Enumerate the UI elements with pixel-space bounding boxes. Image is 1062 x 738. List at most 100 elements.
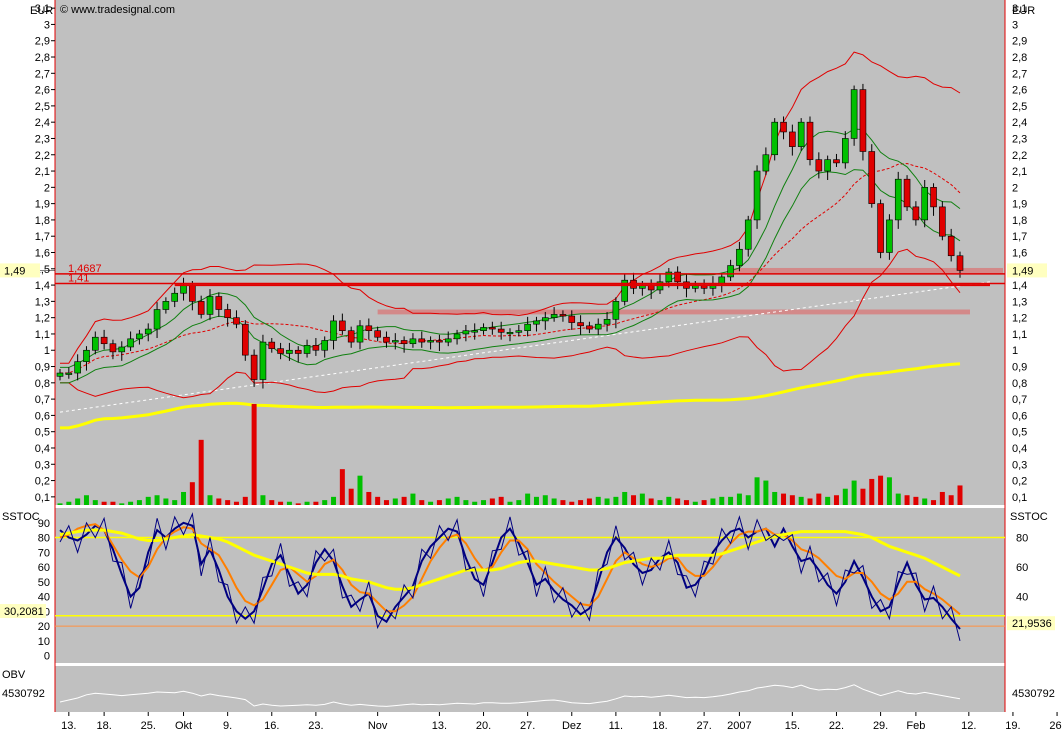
candle-body: [144, 328, 152, 335]
date-tick-label: 25.: [141, 720, 156, 732]
volume-bar: [419, 500, 425, 505]
volume-bar: [692, 501, 698, 505]
date-tick-label: 19.: [1005, 720, 1020, 732]
price-tick-left: 0,4: [35, 443, 50, 455]
candle-body: [277, 348, 284, 354]
currency-label-left: EUR: [30, 5, 53, 17]
candle-body: [347, 330, 355, 343]
candle-body: [824, 159, 831, 172]
price-tick-left: 0,9: [35, 362, 50, 374]
volume-bar: [781, 493, 787, 505]
volume-bar: [560, 500, 566, 505]
volume-bar: [860, 488, 866, 505]
stoch-tick-left: 20: [38, 621, 50, 633]
volume-bar: [225, 500, 231, 505]
chart-canvas[interactable]: 0,1 0,1 0,2 0,2 0,3 0,3 0,4 0,4 0,5 0,5 0,6 0,6 0,7 0…: [0, 0, 1062, 733]
date-tick-label: 2007: [727, 720, 751, 732]
volume-bar: [357, 475, 363, 505]
price-tick-left: 2,1: [35, 166, 50, 178]
candle-body: [206, 296, 214, 315]
volume-bar: [763, 480, 769, 505]
volume-bar: [657, 500, 663, 505]
price-tick-right: 0,9: [1012, 362, 1027, 374]
price-tick-left: 0,3: [35, 459, 50, 471]
price-tick-left: 1,2: [35, 313, 50, 325]
candle-body: [833, 159, 840, 164]
volume-bar: [710, 498, 716, 505]
volume-bar: [348, 488, 354, 505]
stochastic-panel[interactable]: [55, 508, 1005, 663]
candle-body: [718, 276, 726, 284]
volume-bar: [507, 501, 513, 505]
candle-body: [850, 89, 858, 139]
candle-body: [56, 372, 64, 377]
price-tick-right: 0,6: [1012, 410, 1027, 422]
candle-body: [100, 336, 108, 345]
price-tick-right: 2,4: [1012, 117, 1027, 129]
candle-body: [418, 338, 426, 343]
date-tick-label: 11.: [609, 720, 623, 732]
candle-body: [506, 332, 514, 335]
candle-body: [233, 317, 240, 325]
candle-body: [577, 322, 584, 327]
volume-bar: [922, 498, 928, 505]
tradesignal-chart-window: 0,1 0,1 0,2 0,2 0,3 0,3 0,4 0,4 0,5 0,5 0,6 0,6 0,7 0…: [0, 0, 1062, 733]
candle-body: [762, 154, 770, 172]
volume-bar: [322, 500, 328, 505]
volume-bar: [454, 496, 460, 505]
candle-body: [841, 138, 849, 164]
price-tick-left: 2,8: [35, 52, 50, 64]
candle-body: [533, 320, 540, 325]
candle-body: [780, 121, 787, 133]
price-tick-left: 2,2: [35, 150, 50, 162]
stoch-tick-left: 40: [38, 592, 50, 604]
date-tick-label: 22.: [829, 720, 844, 732]
candle-body: [753, 170, 761, 221]
volume-bar: [683, 500, 689, 505]
volume-bar: [869, 478, 875, 505]
volume-bar: [913, 496, 919, 505]
candle-body: [947, 235, 955, 257]
candle-body: [559, 314, 567, 317]
volume-bar: [436, 500, 442, 505]
volume-bar: [472, 501, 478, 505]
price-tick-right: 1,9: [1012, 199, 1027, 211]
volume-bar: [807, 498, 813, 505]
price-tick-left: 0,7: [35, 394, 50, 406]
price-tick-right: 1,2: [1012, 313, 1027, 325]
candle-body: [259, 341, 267, 380]
date-tick-label: 23.: [308, 720, 323, 732]
price-panel[interactable]: [55, 0, 1005, 505]
price-tick-right: 3: [1012, 19, 1018, 31]
volume-bar: [163, 498, 169, 505]
date-tick-label: 26.: [1049, 720, 1062, 732]
candle-body: [736, 248, 743, 266]
volume-bar: [842, 488, 848, 505]
last-price-label-left: 1,49: [4, 265, 25, 277]
price-tick-left: 2,6: [35, 85, 50, 97]
candle-body: [374, 330, 381, 338]
volume-bar: [736, 493, 742, 505]
date-tick-label: 18.: [652, 720, 667, 732]
candle-body: [806, 121, 814, 160]
candle-body: [268, 341, 276, 349]
volume-bar: [904, 495, 910, 505]
volume-bar: [383, 500, 389, 505]
candle-body: [859, 89, 867, 152]
volume-bar: [366, 491, 372, 505]
price-tick-right: 2,6: [1012, 85, 1027, 97]
volume-bar: [675, 498, 681, 505]
price-tick-right: 1,3: [1012, 296, 1027, 308]
candle-body: [886, 219, 893, 253]
candle-body: [162, 301, 170, 310]
volume-bar: [392, 498, 398, 505]
volume-bar: [410, 493, 416, 505]
currency-label-right: EUR: [1012, 5, 1035, 17]
volume-bar: [83, 495, 89, 505]
candle-body: [877, 203, 884, 253]
volume-bar: [542, 495, 548, 505]
volume-bar: [533, 496, 539, 505]
volume-bar: [825, 496, 831, 505]
stochastic-value-left: 30,2081: [4, 606, 44, 618]
candle-body: [771, 121, 779, 156]
